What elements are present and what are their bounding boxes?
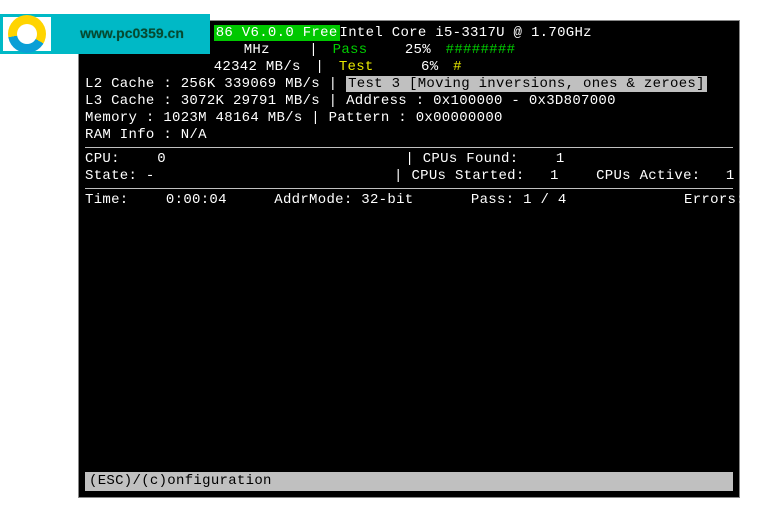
divider-1 bbox=[85, 147, 733, 148]
l3-cache-row: L3 Cache : 3072K 29791 MB/s | Address : … bbox=[85, 93, 733, 110]
mhz-label: MHz bbox=[244, 42, 270, 58]
l2-size: 256K bbox=[181, 76, 216, 92]
cpus-active-val: 1 bbox=[726, 168, 735, 184]
status-row: Time: 0:00:04 AddrMode: 32-bit Pass: 1 /… bbox=[85, 192, 733, 209]
errors-label: Errors: bbox=[684, 192, 745, 208]
cpus-active-label: CPUs Active: bbox=[596, 168, 700, 184]
memtest-terminal: 86 V6.0.0 FreeIntel Core i5-3317U @ 1.70… bbox=[78, 20, 740, 498]
cpus-found-val: 1 bbox=[556, 151, 565, 167]
time-val: 0:00:04 bbox=[166, 192, 227, 208]
cpus-found-label: CPUs Found: bbox=[423, 151, 519, 167]
cpu-model: Intel Core i5-3317U @ 1.70GHz bbox=[340, 25, 592, 41]
test-pct: 6% bbox=[421, 59, 438, 75]
current-test-line: Test 3 [Moving inversions, ones & zeroes… bbox=[346, 76, 707, 92]
cpus-started-label: CPUs Started: bbox=[411, 168, 524, 184]
l2-rate: 339069 MB/s bbox=[224, 76, 320, 92]
memory-rate: 48164 MB/s bbox=[216, 110, 303, 126]
memory-row: Memory : 1023M 48164 MB/s | Pattern : 0x… bbox=[85, 110, 733, 127]
cpus-started-val: 1 bbox=[550, 168, 559, 184]
ram-info-label: RAM Info bbox=[85, 127, 155, 143]
divider-2 bbox=[85, 188, 733, 189]
footer-text: (ESC)/(c)onfiguration bbox=[89, 473, 272, 489]
memory-size: 1023M bbox=[163, 110, 207, 126]
time-label: Time: bbox=[85, 192, 129, 208]
pattern-label: Pattern bbox=[329, 110, 390, 126]
test-label: Test bbox=[339, 59, 374, 75]
watermark-text: www.pc0359.cn bbox=[54, 14, 210, 54]
state-val: - bbox=[146, 168, 155, 184]
cpu-row-2: State: - | CPUs Started: 1 CPUs Active: … bbox=[85, 168, 733, 185]
cpu-label: CPU: bbox=[85, 151, 120, 167]
l3-rate: 29791 MB/s bbox=[233, 93, 320, 109]
cpu-num: 0 bbox=[157, 151, 166, 167]
test-bar: # bbox=[453, 59, 462, 75]
pattern-value: 0x00000000 bbox=[416, 110, 503, 126]
pass-pct: 25% bbox=[405, 42, 431, 58]
addr-value: 0x100000 - 0x3D807000 bbox=[433, 93, 616, 109]
watermark-logo-icon bbox=[0, 14, 54, 54]
state-label: State: bbox=[85, 168, 137, 184]
l2-cache-row: L2 Cache : 256K 339069 MB/s | Test 3 [Mo… bbox=[85, 76, 733, 93]
l3-size: 3072K bbox=[181, 93, 225, 109]
cpu-row-1: CPU: 0 | CPUs Found: 1 bbox=[85, 151, 733, 168]
addrmode-val: 32-bit bbox=[361, 192, 413, 208]
addr-label: Address bbox=[346, 93, 407, 109]
footer-bar[interactable]: (ESC)/(c)onfiguration bbox=[85, 472, 733, 492]
header-row-3: 42342 MB/s | Test 6% # bbox=[85, 59, 733, 76]
memory-label: Memory bbox=[85, 110, 137, 126]
mem-rate: 42342 MB/s bbox=[214, 59, 301, 75]
l2-label: L2 Cache bbox=[85, 76, 155, 92]
pass-n-label: Pass: bbox=[471, 192, 515, 208]
ram-info-row: RAM Info : N/A bbox=[85, 127, 733, 144]
pass-bar: ######## bbox=[446, 42, 516, 58]
pass-n-val: 1 / 4 bbox=[523, 192, 567, 208]
pass-label: Pass bbox=[333, 42, 368, 58]
watermark-badge: www.pc0359.cn bbox=[0, 14, 210, 54]
ram-info-value: N/A bbox=[181, 127, 207, 143]
version-label: 86 V6.0.0 Free bbox=[214, 25, 340, 41]
addrmode-label: AddrMode: bbox=[274, 192, 352, 208]
l3-label: L3 Cache bbox=[85, 93, 155, 109]
